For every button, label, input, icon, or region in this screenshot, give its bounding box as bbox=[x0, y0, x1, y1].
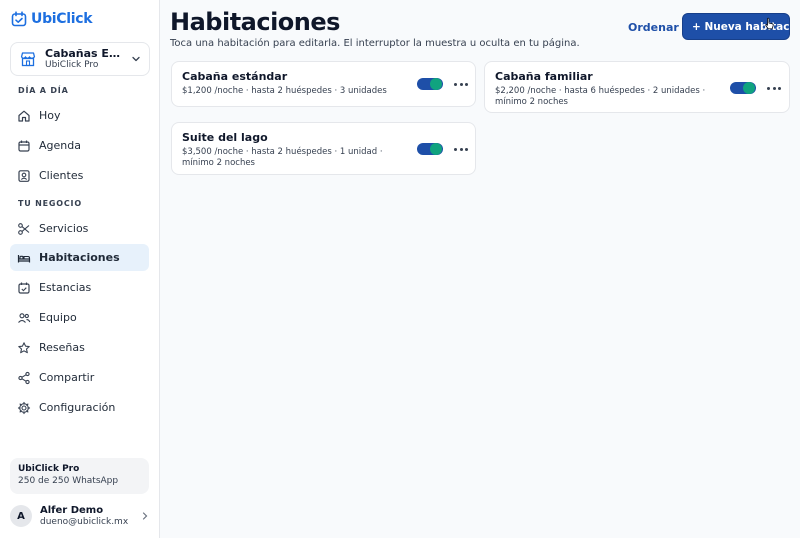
plan-card[interactable]: UbiClick Pro 250 de 250 WhatsApp bbox=[10, 458, 149, 494]
brand-name: UbiClick bbox=[31, 11, 93, 27]
sidebar-item-label: Agenda bbox=[39, 139, 81, 152]
new-room-button[interactable]: + Nueva habitación bbox=[682, 13, 790, 40]
visibility-toggle[interactable] bbox=[417, 78, 443, 90]
scissors-icon bbox=[18, 222, 30, 235]
sidebar-item-configuracion[interactable]: Configuración bbox=[10, 394, 149, 421]
sidebar-item-label: Configuración bbox=[39, 401, 116, 414]
room-card[interactable]: Suite del lago $3,500 /noche · hasta 2 h… bbox=[171, 122, 476, 175]
sidebar-item-label: Habitaciones bbox=[39, 251, 120, 264]
sidebar-item-label: Estancias bbox=[39, 281, 92, 294]
more-options-icon[interactable] bbox=[454, 144, 468, 154]
section-label-day-to-day: DÍA A DÍA bbox=[18, 86, 69, 95]
avatar: A bbox=[10, 505, 32, 527]
section-label-your-business: TU NEGOCIO bbox=[18, 199, 82, 208]
sidebar-item-hoy[interactable]: Hoy bbox=[10, 102, 149, 129]
page-title: Habitaciones bbox=[170, 8, 340, 36]
user-menu[interactable]: A Alfer Demo dueno@ubiclick.mx bbox=[10, 502, 149, 530]
sidebar-item-label: Equipo bbox=[39, 311, 77, 324]
sidebar-item-label: Clientes bbox=[39, 169, 84, 182]
home-icon bbox=[18, 110, 30, 122]
contact-card-icon bbox=[18, 169, 30, 182]
share-icon bbox=[18, 371, 30, 384]
star-icon bbox=[18, 341, 30, 353]
room-card[interactable]: Cabaña estándar $1,200 /noche · hasta 2 … bbox=[171, 61, 476, 107]
sidebar-item-agenda[interactable]: Agenda bbox=[10, 132, 149, 159]
sidebar-item-resenas[interactable]: Reseñas bbox=[10, 334, 149, 361]
room-details: $1,200 /noche · hasta 2 huéspedes · 3 un… bbox=[182, 86, 387, 96]
sidebar-item-equipo[interactable]: Equipo bbox=[10, 304, 149, 331]
users-icon bbox=[18, 312, 31, 323]
gear-icon bbox=[17, 401, 31, 414]
calendar-check-icon bbox=[11, 11, 27, 27]
business-name: Cabañas El Bosque bbox=[45, 47, 123, 60]
plan-name: UbiClick Pro bbox=[18, 464, 80, 474]
user-name: Alfer Demo bbox=[40, 504, 104, 516]
visibility-toggle[interactable] bbox=[417, 143, 443, 155]
more-options-icon[interactable] bbox=[454, 79, 468, 89]
sidebar-item-label: Hoy bbox=[39, 109, 61, 122]
room-details: $3,500 /noche · hasta 2 huéspedes · 1 un… bbox=[182, 147, 383, 169]
chevron-right-icon bbox=[142, 512, 148, 520]
brand-logo[interactable]: UbiClick bbox=[11, 11, 93, 27]
sidebar-item-estancias[interactable]: Estancias bbox=[10, 274, 149, 301]
user-email: dueno@ubiclick.mx bbox=[40, 516, 129, 527]
storefront-icon bbox=[19, 50, 37, 68]
bed-icon bbox=[17, 254, 31, 262]
sidebar-item-servicios[interactable]: Servicios bbox=[10, 215, 149, 242]
sidebar-item-label: Servicios bbox=[39, 222, 89, 235]
business-plan: UbiClick Pro bbox=[45, 60, 99, 71]
more-options-icon[interactable] bbox=[767, 83, 781, 93]
plan-usage: 250 de 250 WhatsApp bbox=[18, 475, 119, 486]
page-subtitle: Toca una habitación para editarla. El in… bbox=[170, 38, 580, 49]
chevron-down-icon bbox=[132, 56, 140, 62]
calendar-icon bbox=[18, 140, 30, 152]
new-room-button-label: + Nueva habitación bbox=[692, 20, 789, 33]
sidebar-item-label: Compartir bbox=[39, 371, 95, 384]
sidebar-item-habitaciones[interactable]: Habitaciones bbox=[10, 244, 149, 271]
calendar-check-icon bbox=[18, 282, 30, 294]
sidebar-item-clientes[interactable]: Clientes bbox=[10, 162, 149, 189]
pointer-cursor-icon bbox=[765, 17, 774, 30]
room-card[interactable]: Cabaña familiar $2,200 /noche · hasta 6 … bbox=[484, 61, 790, 113]
sidebar-item-label: Reseñas bbox=[39, 341, 85, 354]
order-button[interactable]: Ordenar bbox=[628, 21, 679, 34]
sidebar: UbiClick Cabañas El Bosque UbiClick Pro … bbox=[0, 0, 160, 538]
business-switcher[interactable]: Cabañas El Bosque UbiClick Pro bbox=[10, 42, 150, 76]
visibility-toggle[interactable] bbox=[730, 82, 756, 94]
room-details: $2,200 /noche · hasta 6 huéspedes · 2 un… bbox=[495, 86, 706, 108]
sidebar-item-compartir[interactable]: Compartir bbox=[10, 364, 149, 391]
